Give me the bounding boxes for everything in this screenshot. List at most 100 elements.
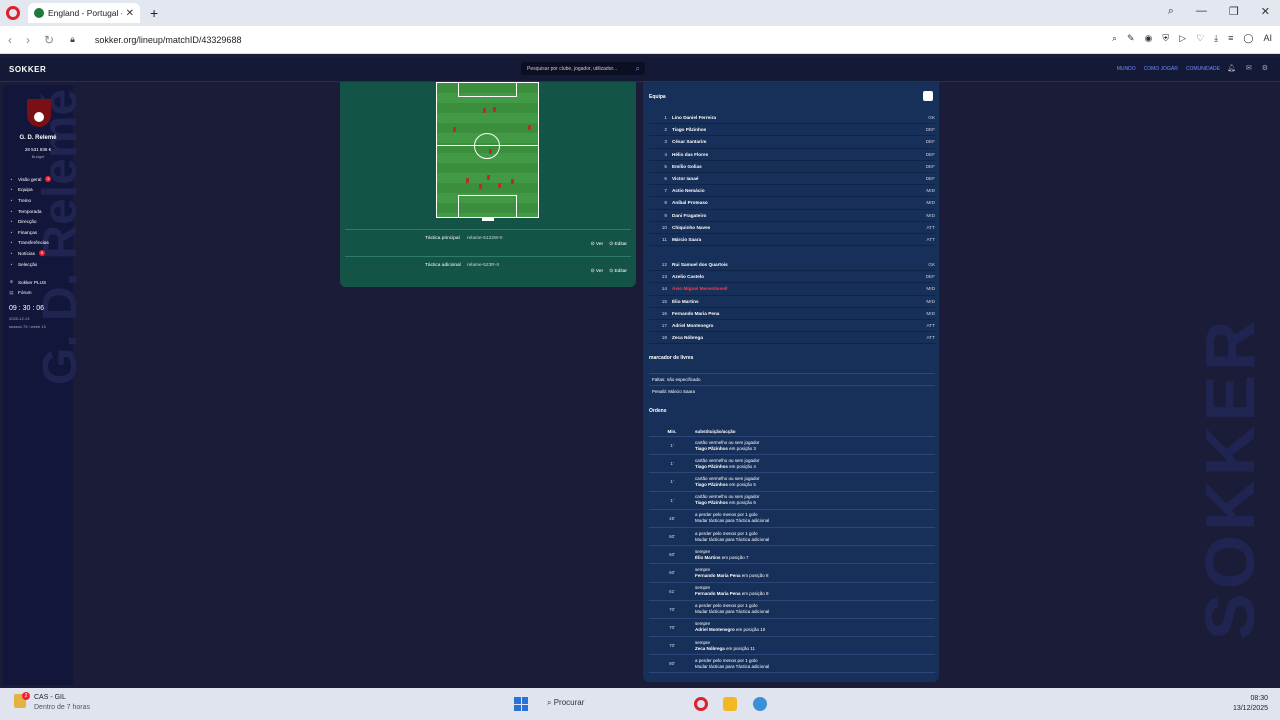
opera-icon[interactable]: [6, 6, 20, 20]
player-name[interactable]: Adriel Montenegro: [672, 323, 917, 328]
order-row[interactable]: 70' sempre Adriel Montenegro em posição 10: [649, 619, 935, 638]
globe-icon[interactable]: [753, 697, 767, 711]
system-clock[interactable]: 08:30 13/12/2025: [1233, 694, 1268, 714]
sidebar-item[interactable]: • Direcção: [9, 216, 71, 227]
back-icon[interactable]: ‹: [8, 33, 12, 47]
tactic-main-view-button[interactable]: ⊙ Ver: [591, 242, 604, 247]
player-row[interactable]: 13 Azelio Castelo DEF: [649, 271, 935, 284]
play-icon[interactable]: ▷: [1179, 33, 1186, 44]
search-tabs-icon[interactable]: ⌕: [1168, 5, 1174, 18]
menu-icon[interactable]: ≡: [1228, 33, 1233, 44]
order-row[interactable]: 70' sempre Zeca Nóbrega em posição 11: [649, 637, 935, 656]
nav-community[interactable]: COMUNIDADE: [1186, 66, 1220, 72]
profile-icon[interactable]: ◯: [1243, 33, 1253, 44]
mail-icon[interactable]: ✉: [1246, 64, 1252, 72]
zoom-icon[interactable]: ⌕: [1112, 33, 1117, 44]
player-name[interactable]: Chiquinho Naves: [672, 225, 917, 230]
forward-icon[interactable]: ›: [26, 33, 30, 47]
nav-world[interactable]: MUNDO: [1117, 66, 1136, 72]
sidebar-item-sokker-plus[interactable]: ⊕ Sokker PLUS: [9, 277, 71, 288]
player-name[interactable]: Tiago Pãzinhos: [672, 127, 917, 132]
player-marker[interactable]: [528, 125, 531, 130]
player-name[interactable]: Actio Nemácio: [672, 188, 917, 193]
sidebar-item[interactable]: • Visão geral 5: [9, 174, 71, 185]
sidebar-item[interactable]: • Equipa: [9, 185, 71, 196]
edit-team-button[interactable]: [923, 91, 933, 101]
close-window-icon[interactable]: ✕: [1261, 5, 1270, 18]
nav-how-to-play[interactable]: COMO JOGAR: [1144, 66, 1178, 72]
tactic-additional-edit-button[interactable]: ⊙ Editar: [609, 269, 627, 274]
player-name[interactable]: César Santarim: [672, 139, 917, 144]
player-marker[interactable]: [493, 107, 496, 112]
close-tab-icon[interactable]: ✕: [126, 8, 134, 19]
player-row[interactable]: 3 César Santarim DEF: [649, 136, 935, 149]
player-marker[interactable]: [483, 108, 486, 113]
player-row[interactable]: 12 Rui Samuel dos Quartois GK: [649, 259, 935, 272]
sidebar-item-forum[interactable]: ▤ Fórum: [9, 288, 71, 299]
player-row[interactable]: 5 Emílio Golias DEF: [649, 161, 935, 173]
download-icon[interactable]: ⤓: [1214, 33, 1218, 44]
order-row[interactable]: 60' sempre Fernando Maria Pena em posição …: [649, 564, 935, 583]
ai-button[interactable]: AI: [1263, 33, 1272, 44]
player-name[interactable]: Azelio Castelo: [672, 274, 917, 279]
sidebar-item[interactable]: • Transferências: [9, 238, 71, 249]
player-name[interactable]: Hélio das Flores: [672, 152, 917, 157]
order-row[interactable]: 1' cartão vermelho ou sem jogador Tiago Pã…: [649, 492, 935, 510]
player-row[interactable]: 2 Tiago Pãzinhos DEF: [649, 124, 935, 137]
player-name[interactable]: Rui Samuel dos Quartois: [672, 262, 917, 267]
player-name[interactable]: Victor Ianaé: [672, 176, 917, 181]
settings-icon[interactable]: ⚙: [1262, 64, 1268, 72]
tactic-additional-view-button[interactable]: ⊙ Ver: [591, 269, 604, 274]
maximize-icon[interactable]: ❐: [1229, 5, 1239, 18]
player-row[interactable]: 17 Adriel Montenegro ATT: [649, 320, 935, 333]
bell-icon[interactable]: 🔔︎: [1227, 64, 1236, 72]
site-search-input[interactable]: Pesquisar por clube, jogador, utilizador…: [521, 62, 645, 75]
order-row[interactable]: 80' a perder pelo menos por 1 golo Mudar t…: [649, 655, 935, 674]
sidebar-item[interactable]: • Selecção: [9, 259, 71, 270]
lock-icon[interactable]: 🔒︎: [70, 34, 75, 45]
search-icon[interactable]: ⌕: [636, 64, 640, 74]
player-name[interactable]: Dani Fragateiro: [672, 213, 917, 218]
player-name[interactable]: Élio Martins: [672, 299, 917, 304]
shield-icon[interactable]: ⛨: [1162, 33, 1169, 44]
player-row[interactable]: 4 Hélio das Flores DEF: [649, 149, 935, 161]
player-row[interactable]: 18 Zeca Nóbrega ATT: [649, 332, 935, 345]
player-marker[interactable]: [479, 184, 482, 189]
new-tab-icon[interactable]: +: [150, 5, 158, 21]
browser-tab[interactable]: England - Portugal - S ✕: [28, 3, 140, 23]
sidebar-item[interactable]: • Temporada: [9, 206, 71, 217]
camera-icon[interactable]: ◉: [1145, 33, 1153, 44]
site-logo[interactable]: SOKKER: [9, 65, 46, 74]
heart-icon[interactable]: ♡: [1196, 33, 1204, 44]
player-row[interactable]: 14 Ávio Miguel Mesentissell MID: [649, 283, 935, 296]
edit-icon[interactable]: ✎: [1127, 33, 1135, 44]
player-marker[interactable]: [498, 183, 501, 188]
player-row[interactable]: 16 Fernando Maria Pena MID: [649, 308, 935, 320]
player-marker[interactable]: [487, 175, 490, 180]
opera-taskbar-icon[interactable]: [694, 697, 708, 711]
player-row[interactable]: 11 Márcio Saara ATT: [649, 234, 935, 247]
player-row[interactable]: 6 Victor Ianaé DEF: [649, 173, 935, 186]
tactic-main-edit-button[interactable]: ⊙ Editar: [609, 242, 627, 247]
order-row[interactable]: 60' sempre Élio Martins em posição 7: [649, 546, 935, 565]
player-row[interactable]: 8 Aníbal Proteaso MID: [649, 197, 935, 210]
player-row[interactable]: 10 Chiquinho Naves ATT: [649, 222, 935, 234]
order-row[interactable]: 61' sempre Fernando Maria Pena em posição …: [649, 583, 935, 601]
order-row[interactable]: 45' a perder pelo menos por 1 golo Mudar t…: [649, 510, 935, 528]
taskbar-search[interactable]: ⌕ Procurar: [547, 698, 584, 708]
player-row[interactable]: 15 Élio Martins MID: [649, 296, 935, 308]
player-marker[interactable]: [489, 149, 492, 154]
player-name[interactable]: Zeca Nóbrega: [672, 335, 917, 340]
folder-icon[interactable]: [723, 697, 737, 711]
sidebar-item[interactable]: • Treino: [9, 195, 71, 206]
player-name[interactable]: Ávio Miguel Mesentissell: [672, 286, 917, 291]
player-name[interactable]: Fernando Maria Pena: [672, 311, 917, 316]
player-marker[interactable]: [466, 178, 469, 183]
player-name[interactable]: Emílio Golias: [672, 164, 917, 169]
order-row[interactable]: 1' cartão vermelho ou sem jogador Tiago Pã…: [649, 473, 935, 492]
order-row[interactable]: 1' cartão vermelho ou sem jogador Tiago Pã…: [649, 437, 935, 456]
sidebar-item[interactable]: • Finanças: [9, 227, 71, 238]
minimize-icon[interactable]: —: [1196, 5, 1207, 18]
order-row[interactable]: 1' cartão vermelho ou sem jogador Tiago Pã…: [649, 455, 935, 474]
order-row[interactable]: 60' a perder pelo menos por 1 golo Mudar t…: [649, 528, 935, 547]
